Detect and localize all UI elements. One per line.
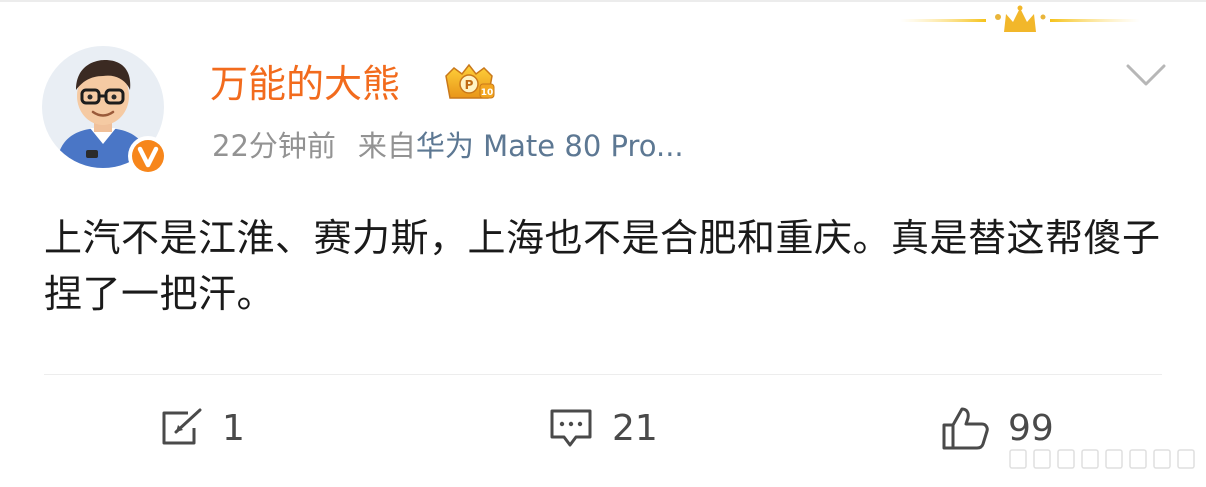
comment-count: 21 <box>612 407 658 449</box>
comment-icon <box>550 409 592 447</box>
vip-crown-badge-icon[interactable]: P 10 <box>440 62 498 106</box>
post-body-text: 上汽不是江淮、赛力斯，上海也不是合肥和重庆。真是替这帮傻子捏了一把汗。 <box>44 216 1161 316</box>
chevron-down-icon[interactable] <box>1124 60 1168 90</box>
author-name[interactable]: 万能的大熊 <box>210 60 400 108</box>
post-meta: 22分钟前 来自华为 Mate 80 Pro... <box>212 126 684 166</box>
thumbs-up-icon <box>942 407 989 450</box>
divider <box>44 374 1162 375</box>
weibo-post-card: 万能的大熊 P 10 22分钟前 来自华为 Mate 80 Pro... 上汽不是… <box>0 0 1206 487</box>
crown-decoration-icon <box>900 5 1140 32</box>
verified-v-badge-icon <box>128 136 168 176</box>
svg-text:P: P <box>465 78 474 92</box>
comment-button[interactable]: 21 <box>548 400 658 456</box>
post-time: 22分钟前 <box>212 129 336 163</box>
svg-text:10: 10 <box>481 88 494 98</box>
watermark-decoration <box>1009 449 1195 469</box>
source-prefix: 来自 <box>357 129 416 163</box>
repost-icon <box>162 408 202 445</box>
source-device[interactable]: 华为 Mate 80 Pro... <box>416 129 684 163</box>
repost-count: 1 <box>222 407 245 449</box>
repost-button[interactable]: 1 <box>158 400 245 456</box>
